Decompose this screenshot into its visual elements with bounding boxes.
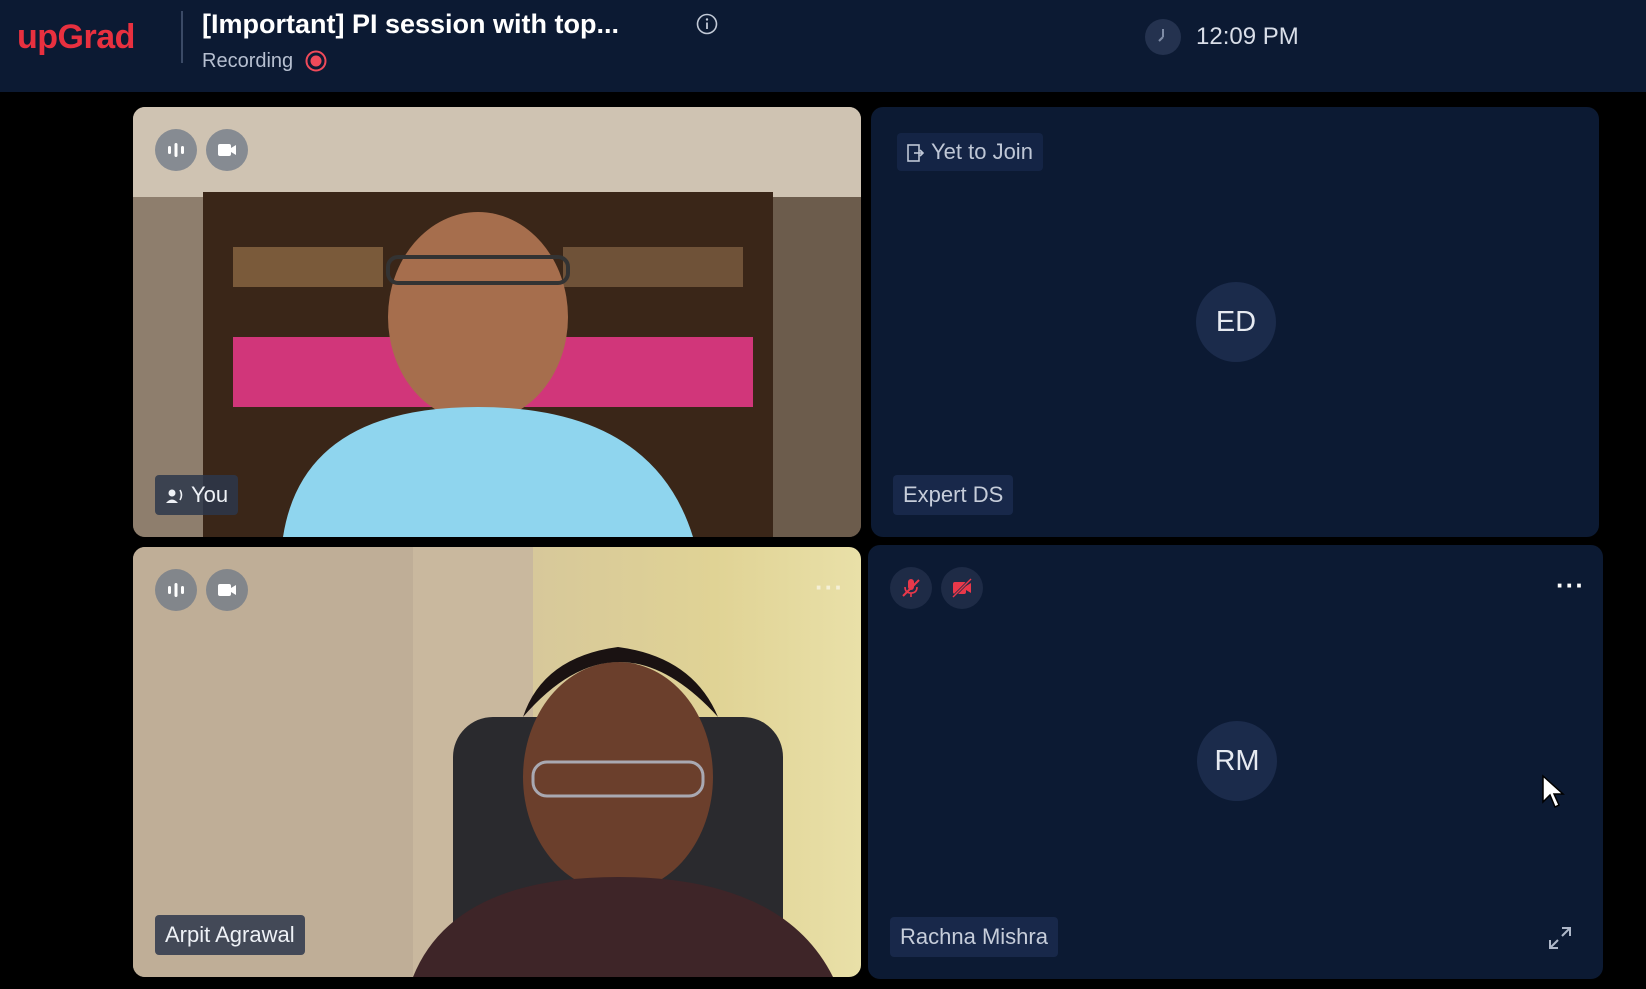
camera-on-button[interactable] [206, 569, 248, 611]
camera-off-button[interactable] [941, 567, 983, 609]
camera-on-button[interactable] [206, 129, 248, 171]
yet-to-join-badge: Yet to Join [897, 133, 1043, 171]
participant-tile-arpit-agrawal[interactable]: ··· Arpit Agrawal [133, 547, 861, 977]
video-feed-arpit [133, 547, 833, 977]
video-feed-you [133, 107, 861, 537]
more-options-icon[interactable]: ··· [815, 574, 844, 600]
upgrad-logo[interactable]: upGrad [17, 18, 135, 57]
meeting-time: 12:09 PM [1196, 23, 1299, 50]
session-title: [Important] PI session with top... [202, 9, 620, 39]
join-door-icon [907, 144, 925, 162]
participant-tile-you[interactable]: You [133, 107, 861, 537]
participant-name-tag: You [155, 475, 239, 515]
participant-name-tag: Arpit Agrawal [155, 915, 305, 955]
participant-name: Expert DS [903, 482, 1004, 507]
participant-name: You [191, 482, 229, 507]
yet-to-join-label: Yet to Join [931, 139, 1033, 164]
recording-label: Recording [202, 50, 294, 72]
participant-tile-expert-ds[interactable]: Yet to Join ED Expert DS [871, 107, 1599, 537]
participant-name: Rachna Mishra [900, 924, 1048, 949]
header-divider [181, 11, 183, 63]
participant-name: Arpit Agrawal [165, 922, 295, 947]
participant-avatar: ED [1196, 282, 1276, 362]
participant-name-tag: Rachna Mishra [890, 917, 1058, 957]
participant-tile-rachna-mishra[interactable]: ··· RM Rachna Mishra [868, 545, 1603, 979]
mic-on-button[interactable] [155, 129, 197, 171]
more-options-icon[interactable]: ··· [1556, 572, 1585, 598]
speaking-icon [166, 489, 183, 504]
participant-name-tag: Expert DS [893, 475, 1014, 515]
expand-icon[interactable] [1547, 925, 1573, 951]
info-icon[interactable] [696, 13, 718, 35]
meeting-header: upGrad [Important] PI session with top..… [0, 0, 1646, 92]
recording-dot-icon [305, 50, 327, 72]
participant-avatar: RM [1197, 721, 1277, 801]
mouse-cursor-icon [1542, 774, 1565, 809]
clock-icon [1145, 19, 1181, 55]
mic-on-button[interactable] [155, 569, 197, 611]
mic-muted-button[interactable] [890, 567, 932, 609]
